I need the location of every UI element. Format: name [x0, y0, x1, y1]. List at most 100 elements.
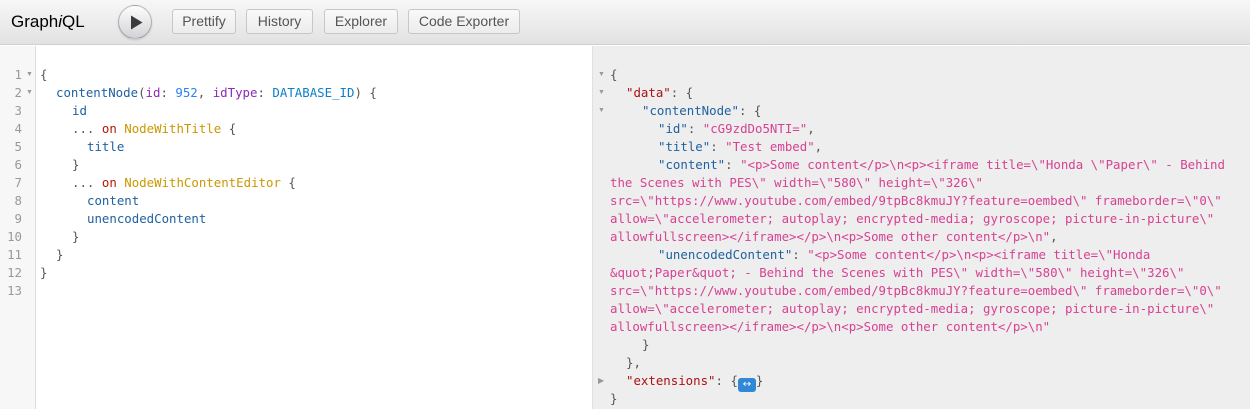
json-key: "contentNode"	[642, 103, 739, 118]
result-line: "extensions": {↔}	[626, 372, 764, 392]
logo-prefix: Graph	[11, 12, 59, 31]
spread: ...	[72, 175, 95, 190]
brace: {	[40, 67, 48, 82]
type-name: NodeWithContentEditor	[124, 175, 281, 190]
line-number: 6	[14, 157, 22, 172]
json-key: "extensions"	[626, 373, 716, 388]
expand-collapsed-icon[interactable]: ↔	[737, 378, 756, 392]
json-string: "Test embed"	[725, 139, 815, 154]
result-line: the Scenes with PES\" width=\"580\" heig…	[610, 174, 983, 192]
query-field: content	[87, 193, 140, 208]
line-number: 11	[7, 247, 22, 262]
line-number: 9	[14, 211, 22, 226]
graphiql-logo: GraphiQL	[11, 12, 85, 32]
json-string: src=\"https://www.youtube.com/embed/9tpB…	[610, 283, 1222, 298]
code-line: content	[87, 192, 139, 210]
brace: {	[369, 85, 377, 100]
result-line: "unencodedContent": "<p>Some content</p>…	[658, 246, 1150, 264]
query-field: contentNode	[56, 85, 139, 100]
brace: }	[610, 391, 618, 406]
brace: }	[642, 337, 650, 352]
result-line: src=\"https://www.youtube.com/embed/9tpB…	[610, 282, 1222, 300]
keyword: on	[101, 175, 117, 190]
result-line: "data": {	[626, 84, 693, 102]
explorer-button[interactable]: Explorer	[324, 9, 398, 34]
code-exporter-button[interactable]: Code Exporter	[408, 9, 520, 34]
code-line: }	[56, 246, 63, 264]
brace: }	[755, 373, 764, 388]
brace: {	[610, 67, 618, 82]
line-number: 12	[7, 265, 22, 280]
result-line: allow=\"accelerometer; autoplay; encrypt…	[610, 210, 1214, 228]
line-number: 10	[7, 229, 22, 244]
result-line: }	[610, 390, 617, 408]
brace: {	[228, 121, 237, 136]
punct: : {	[715, 373, 738, 388]
colon: :	[257, 85, 265, 100]
paren: (	[138, 85, 146, 100]
code-line: }	[72, 156, 79, 174]
brace: },	[626, 355, 641, 370]
play-icon	[131, 15, 143, 30]
punct: :	[725, 157, 741, 172]
json-key: "content"	[658, 157, 726, 172]
json-string: allow=\"accelerometer; autoplay; encrypt…	[610, 301, 1215, 316]
comma: ,	[814, 139, 823, 154]
fold-arrow-icon[interactable]: ▼	[26, 84, 33, 102]
comma: ,	[197, 85, 206, 100]
code-line: contentNode(id: 952, idType: DATABASE_ID…	[56, 84, 377, 102]
paren: )	[354, 85, 362, 100]
code-line: ... on NodeWithTitle {	[72, 120, 236, 138]
punct: :	[792, 247, 808, 262]
fold-arrow-icon[interactable]: ▼	[26, 66, 33, 84]
result-line: &quot;Paper&quot; - Behind the Scenes wi…	[610, 264, 1184, 282]
punct: :	[710, 139, 726, 154]
result-line: allowfullscreen></iframe></p>\n<p>Some o…	[610, 228, 1058, 246]
code-line: {	[40, 66, 47, 84]
result-line: {	[610, 66, 617, 84]
json-key: "unencodedContent"	[658, 247, 793, 262]
json-string: "cG9zdDo5NTI="	[702, 121, 808, 136]
json-string: src=\"https://www.youtube.com/embed/9tpB…	[610, 193, 1222, 208]
colon: :	[160, 85, 168, 100]
line-number: 3	[14, 103, 22, 118]
json-string: "<p>Some content</p>\n<p><iframe title=\…	[807, 247, 1151, 262]
fold-arrow-icon[interactable]: ▼	[598, 84, 605, 102]
result-line: allowfullscreen></iframe></p>\n<p>Some o…	[610, 318, 1050, 336]
argument-value: DATABASE_ID	[272, 85, 355, 100]
code-line: unencodedContent	[87, 210, 206, 228]
line-number: 7	[14, 175, 22, 190]
json-key: "id"	[658, 121, 688, 136]
brace: }	[72, 229, 80, 244]
json-string: "<p>Some content</p>\n<p><iframe title=\…	[740, 157, 1225, 172]
execute-query-button[interactable]	[118, 5, 152, 39]
punct: : {	[738, 103, 762, 118]
json-string: the Scenes with PES\" width=\"580\" heig…	[610, 175, 983, 190]
query-field: title	[87, 139, 125, 154]
punct: : {	[670, 85, 694, 100]
json-string: allowfullscreen></iframe></p>\n<p>Some o…	[610, 229, 1051, 244]
query-field: id	[72, 103, 87, 118]
json-string: allow=\"accelerometer; autoplay; encrypt…	[610, 211, 1215, 226]
line-number-gutter: 1 2 3 4 5 6 7 8 9 10 11 12 13 ▼ ▼	[0, 46, 36, 409]
line-number: 2	[14, 85, 22, 100]
type-name: NodeWithTitle	[124, 121, 222, 136]
keyword: on	[101, 121, 117, 136]
logo-suffix: QL	[62, 12, 85, 31]
line-number: 4	[14, 121, 22, 136]
json-key: "title"	[658, 139, 711, 154]
query-editor[interactable]: 1 2 3 4 5 6 7 8 9 10 11 12 13 ▼ ▼ { cont…	[0, 46, 592, 409]
collapsed-arrow-icon[interactable]: ▶	[598, 372, 604, 390]
fold-arrow-icon[interactable]: ▼	[598, 66, 605, 84]
brace: }	[72, 157, 80, 172]
history-button[interactable]: History	[246, 9, 313, 34]
json-string: allowfullscreen></iframe></p>\n<p>Some o…	[610, 319, 1051, 334]
comma: ,	[807, 121, 815, 136]
result-line: allow=\"accelerometer; autoplay; encrypt…	[610, 300, 1214, 318]
argument-name: idType	[212, 85, 258, 100]
fold-arrow-icon[interactable]: ▼	[598, 102, 605, 120]
prettify-button[interactable]: Prettify	[172, 9, 236, 34]
json-string: &quot;Paper&quot; - Behind the Scenes wi…	[610, 265, 1185, 280]
query-field: unencodedContent	[87, 211, 207, 226]
brace: }	[56, 247, 64, 262]
